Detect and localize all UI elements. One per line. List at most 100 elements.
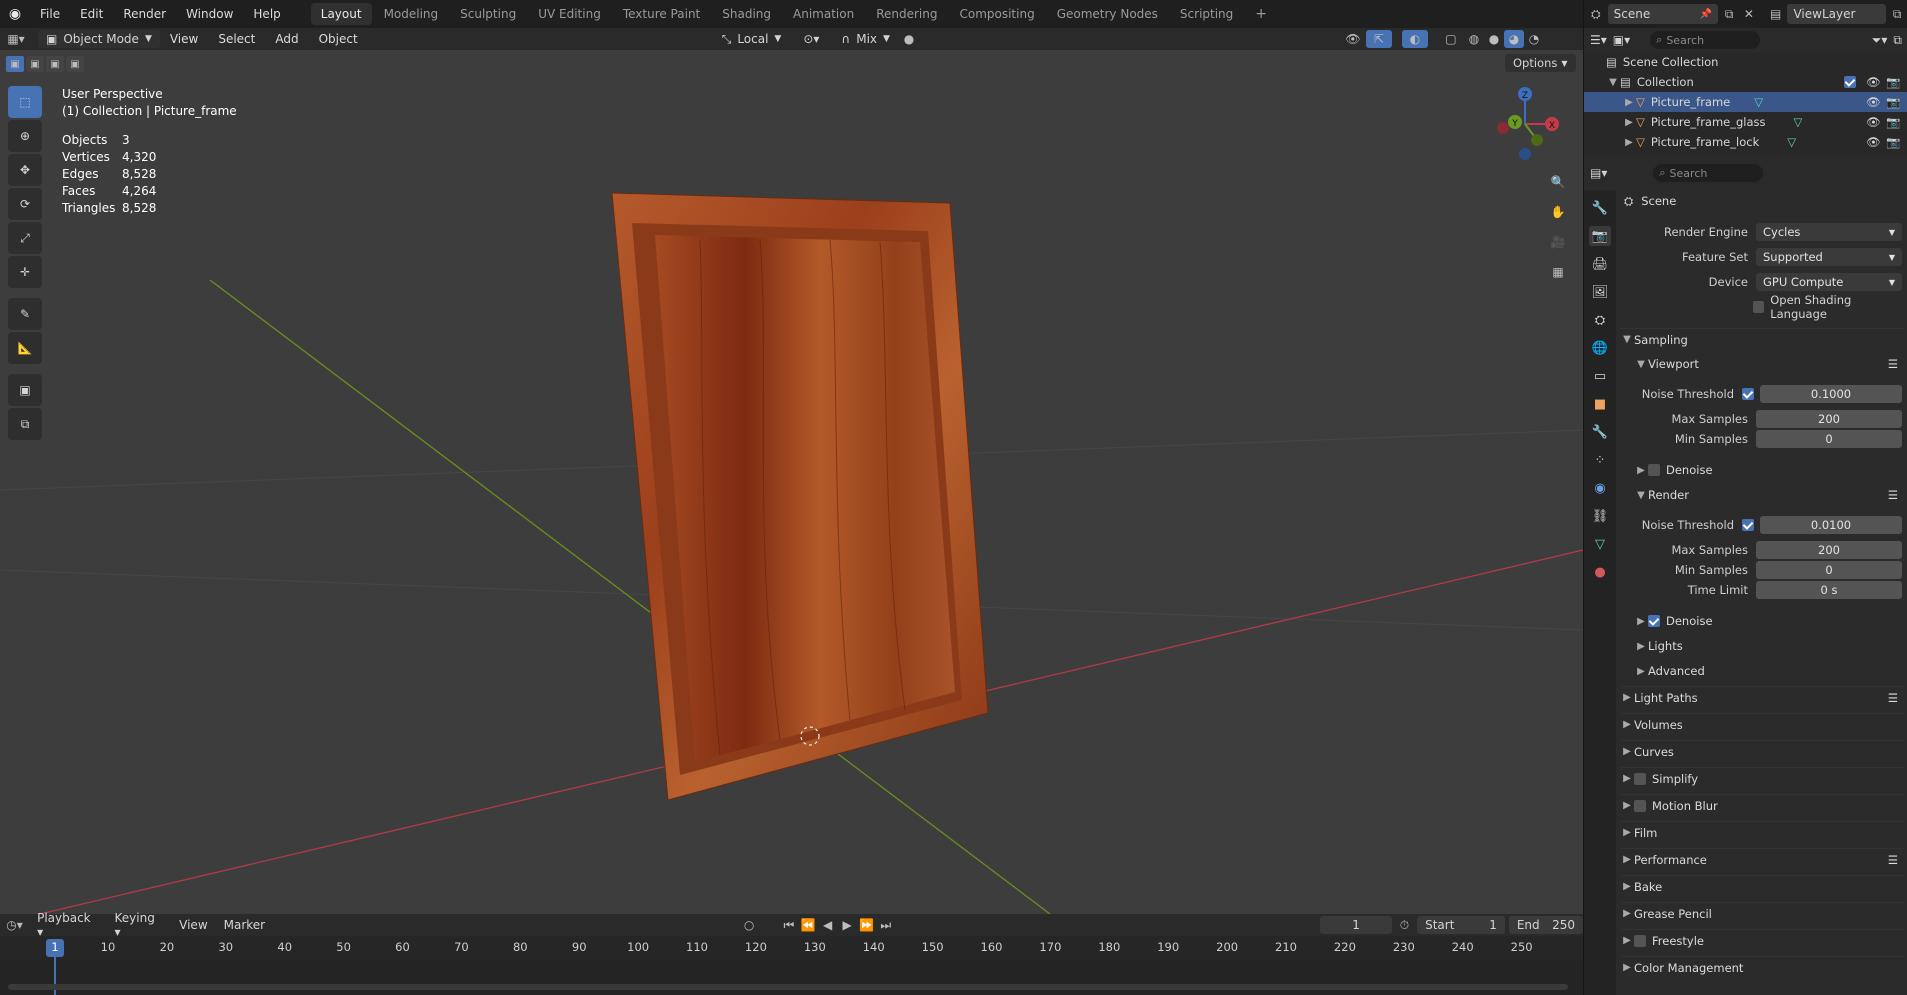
menu-view[interactable]: View bbox=[160, 25, 208, 53]
render-subpanel-header[interactable]: ▼ Render ☰ bbox=[1634, 484, 1904, 506]
editor-type-icon[interactable]: ▤▾ bbox=[1590, 166, 1607, 180]
outliner-row-picture-frame-glass[interactable]: ▶ ▽ Picture_frame_glass ▽ 👁 📷 bbox=[1584, 112, 1907, 132]
menu-help[interactable]: Help bbox=[243, 0, 290, 28]
jump-end-icon[interactable]: ⏭ bbox=[876, 918, 895, 933]
advanced-subpanel-header[interactable]: ▶ Advanced bbox=[1634, 660, 1907, 682]
move-tool[interactable]: ✥ bbox=[8, 154, 42, 186]
cursor-tool[interactable]: ⊕ bbox=[8, 120, 42, 152]
new-viewlayer-icon[interactable]: ⧉ bbox=[1886, 7, 1907, 22]
view-layer-tab-icon[interactable]: 🖼 bbox=[1589, 282, 1611, 302]
chevron-right-icon[interactable]: ▶ bbox=[1622, 117, 1636, 128]
panel-performance[interactable]: ▶ Performance ☰ bbox=[1620, 848, 1904, 870]
proportional-edit-icon[interactable]: ● bbox=[898, 32, 920, 46]
end-frame-field[interactable]: End 250 bbox=[1508, 916, 1583, 934]
view-menu[interactable]: View bbox=[171, 918, 215, 932]
material-shading-icon[interactable]: ◕ bbox=[1503, 30, 1524, 48]
jump-start-icon[interactable]: ⏮ bbox=[779, 918, 798, 933]
editor-type-icon[interactable]: ▦▾ bbox=[0, 28, 32, 50]
sampling-panel-header[interactable]: ▼ Sampling bbox=[1620, 328, 1904, 350]
osl-checkbox[interactable] bbox=[1752, 301, 1765, 313]
list-icon[interactable]: ☰ bbox=[1888, 691, 1898, 705]
panel-light-paths[interactable]: ▶ Light Paths ☰ bbox=[1620, 686, 1904, 708]
device-dropdown[interactable]: GPU Compute ▼ bbox=[1756, 273, 1902, 291]
stopwatch-icon[interactable]: ⏱ bbox=[1392, 918, 1417, 933]
eye-icon[interactable]: 👁 bbox=[1866, 95, 1881, 109]
list-icon[interactable]: ☰ bbox=[1888, 357, 1898, 371]
render-noise-threshold-field[interactable]: 0.0100 bbox=[1760, 516, 1902, 534]
material-tab-icon[interactable]: ● bbox=[1589, 562, 1611, 582]
annotate-tool[interactable]: ✎ bbox=[8, 298, 42, 330]
tab-layout[interactable]: Layout bbox=[310, 3, 372, 25]
rotate-tool[interactable]: ⟳ bbox=[8, 188, 42, 220]
output-tab-icon[interactable]: 🖨 bbox=[1589, 254, 1611, 274]
select-box-tool[interactable]: ⬚ bbox=[8, 86, 42, 118]
tab-uv-editing[interactable]: UV Editing bbox=[528, 3, 611, 25]
menu-render[interactable]: Render bbox=[113, 0, 176, 28]
tab-texture-paint[interactable]: Texture Paint bbox=[613, 3, 710, 25]
overlays-toggle-icon[interactable]: ◐ bbox=[1401, 30, 1428, 48]
render-min-samples-field[interactable]: 0 bbox=[1756, 561, 1902, 579]
viewport-max-samples-field[interactable]: 200 bbox=[1756, 410, 1902, 428]
editor-type-icon[interactable]: ◷▾ bbox=[0, 918, 29, 932]
display-mode-icon[interactable]: ▣▾ bbox=[1613, 33, 1630, 47]
solid-shading-icon[interactable]: ● bbox=[1484, 32, 1504, 46]
rendered-shading-icon[interactable]: ◔ bbox=[1524, 32, 1544, 46]
tab-rendering[interactable]: Rendering bbox=[866, 3, 947, 25]
chevron-right-icon[interactable]: ▶ bbox=[1622, 97, 1636, 108]
eye-icon[interactable]: 👁 bbox=[1866, 115, 1881, 129]
lights-subpanel-header[interactable]: ▶ Lights bbox=[1634, 635, 1907, 657]
add-workspace-button[interactable]: + bbox=[1245, 3, 1277, 25]
viewport-denoise-checkbox[interactable] bbox=[1648, 464, 1660, 476]
marker-menu[interactable]: Marker bbox=[216, 918, 273, 932]
keying-menu[interactable]: Keying ▾ bbox=[107, 911, 172, 939]
modifier-tab-icon[interactable]: 🔧 bbox=[1589, 422, 1611, 442]
outliner-search[interactable]: ⌕ Search bbox=[1650, 31, 1761, 49]
gizmo-toggle-icon[interactable]: ⇱ bbox=[1365, 30, 1392, 48]
feature-set-dropdown[interactable]: Supported ▼ bbox=[1756, 248, 1902, 266]
menu-window[interactable]: Window bbox=[176, 0, 243, 28]
scene-selector[interactable]: Scene 📌 bbox=[1607, 4, 1719, 24]
scene-collection-row[interactable]: ▤ Scene Collection bbox=[1584, 52, 1907, 72]
panel-volumes[interactable]: ▶ Volumes bbox=[1620, 713, 1904, 735]
3d-viewport[interactable]: ⬚ ⊕ ✥ ⟳ ⤢ ✛ ✎ 📐 ▣ ⧉ ▣ ▣ ▣ ▣ User Perspec… bbox=[0, 50, 1583, 914]
grid-view-icon[interactable]: ▦ bbox=[1547, 262, 1569, 282]
playback-menu[interactable]: Playback ▾ bbox=[29, 911, 106, 939]
frame-ruler[interactable]: 1 10 20 30 40 50 60 70 80 90 100 110 120 130 140 150 160… bbox=[0, 936, 1583, 995]
transform-tool[interactable]: ✛ bbox=[8, 256, 42, 288]
pivot-dropdown[interactable]: ⊙▾ bbox=[795, 30, 827, 48]
select-subtract-icon[interactable]: ▣ bbox=[46, 56, 64, 72]
tab-modeling[interactable]: Modeling bbox=[374, 3, 449, 25]
scene-tab-icon[interactable]: ⛭ bbox=[1589, 310, 1611, 330]
transform-orientation-dropdown[interactable]: ⤡ Local ▼ bbox=[714, 30, 790, 48]
wireframe-shading-icon[interactable]: ◍ bbox=[1464, 32, 1484, 46]
panel-curves[interactable]: ▶ Curves bbox=[1620, 740, 1904, 762]
select-intersect-icon[interactable]: ▣ bbox=[66, 56, 84, 72]
timeline-scrollbar[interactable] bbox=[8, 984, 1568, 990]
collection-checkbox[interactable] bbox=[1844, 76, 1856, 88]
tab-geometry-nodes[interactable]: Geometry Nodes bbox=[1047, 3, 1168, 25]
physics-tab-icon[interactable]: ◉ bbox=[1589, 478, 1611, 498]
delete-scene-icon[interactable]: ✕ bbox=[1740, 7, 1758, 21]
mode-dropdown[interactable]: ▣ Object Mode ▼ bbox=[38, 30, 160, 48]
world-tab-icon[interactable]: 🌐 bbox=[1589, 338, 1611, 358]
play-reverse-icon[interactable]: ◀ bbox=[818, 918, 837, 932]
viewport-min-samples-field[interactable]: 0 bbox=[1756, 430, 1902, 448]
navigation-gizmo[interactable]: Z X Y bbox=[1485, 84, 1565, 164]
tab-scripting[interactable]: Scripting bbox=[1170, 3, 1243, 25]
new-collection-icon[interactable]: ⧉ bbox=[1893, 33, 1902, 48]
panel-grease-pencil[interactable]: ▶ Grease Pencil bbox=[1620, 902, 1904, 924]
prev-keyframe-icon[interactable]: ⏪ bbox=[799, 918, 818, 932]
menu-edit[interactable]: Edit bbox=[70, 0, 113, 28]
new-scene-icon[interactable]: ⧉ bbox=[1718, 7, 1740, 22]
viewport-noise-threshold-checkbox[interactable] bbox=[1742, 388, 1754, 400]
render-noise-threshold-checkbox[interactable] bbox=[1742, 519, 1754, 531]
filter-icon[interactable]: ⏷▾ bbox=[1872, 33, 1888, 48]
add-cube-tool[interactable]: ▣ bbox=[8, 374, 42, 406]
panel-color-management[interactable]: ▶ Color Management bbox=[1620, 956, 1904, 978]
camera-icon[interactable]: 📷 bbox=[1886, 95, 1900, 109]
neg-z-handle[interactable] bbox=[1519, 148, 1531, 160]
neg-y-handle[interactable] bbox=[1531, 134, 1543, 146]
scale-tool[interactable]: ⤢ bbox=[8, 222, 42, 254]
panel-film[interactable]: ▶ Film bbox=[1620, 821, 1904, 843]
blender-logo-icon[interactable]: ◉ bbox=[0, 0, 30, 28]
